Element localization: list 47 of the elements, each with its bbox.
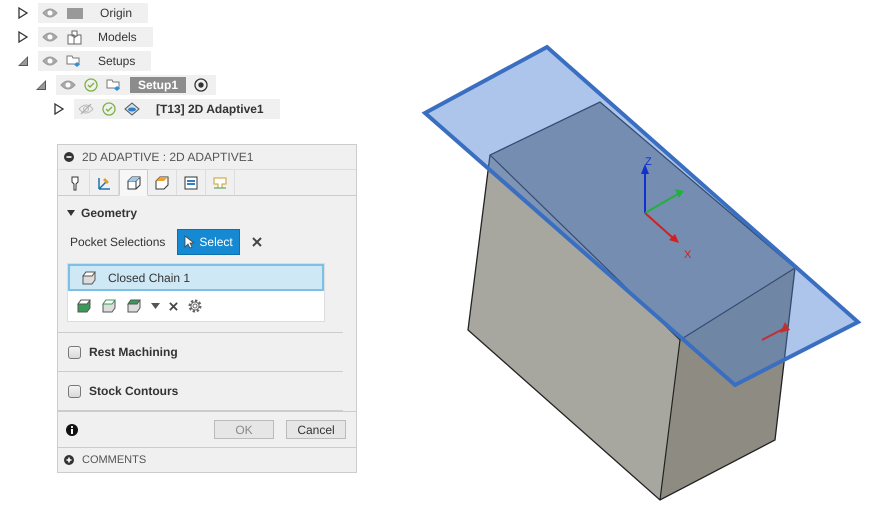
checkbox-label: Rest Machining bbox=[89, 345, 178, 359]
pocket-icon bbox=[124, 102, 140, 116]
geometry-tab[interactable] bbox=[119, 169, 148, 196]
cursor-icon bbox=[184, 235, 194, 249]
expanded-triangle-icon[interactable] bbox=[35, 79, 47, 91]
checkbox-label: Stock Contours bbox=[89, 384, 178, 398]
passes-icon bbox=[183, 174, 199, 190]
collapsed-triangle-icon[interactable] bbox=[17, 7, 29, 19]
selection-item[interactable]: Closed Chain 1 bbox=[68, 264, 324, 291]
comments-label[interactable]: COMMENTS bbox=[82, 454, 146, 466]
filled-top-icon[interactable] bbox=[126, 298, 142, 314]
field-label: Pocket Selections bbox=[70, 235, 166, 249]
eye-icon[interactable] bbox=[42, 55, 58, 67]
cubes-icon bbox=[66, 29, 82, 45]
collapsed-triangle-icon[interactable] bbox=[53, 103, 65, 115]
axis-triad-icon bbox=[641, 164, 684, 243]
radio-target-icon[interactable] bbox=[194, 78, 208, 92]
eye-icon[interactable] bbox=[60, 79, 76, 91]
axis-label: X bbox=[684, 249, 692, 261]
direction-arrow bbox=[762, 322, 790, 341]
top-face-icon[interactable] bbox=[101, 298, 117, 314]
selected-plane[interactable] bbox=[422, 44, 862, 388]
expand-icon[interactable] bbox=[64, 455, 74, 465]
select-button[interactable]: Select bbox=[177, 229, 240, 255]
collapse-icon[interactable] bbox=[64, 152, 74, 162]
expanded-triangle-icon[interactable] bbox=[17, 55, 29, 67]
heights-icon bbox=[154, 174, 170, 190]
selection-label: Closed Chain 1 bbox=[108, 270, 190, 284]
chain-icon bbox=[81, 270, 97, 286]
checkbox[interactable] bbox=[68, 384, 81, 398]
info-icon[interactable] bbox=[66, 424, 78, 436]
dialog-button[interactable]: Cancel bbox=[286, 420, 346, 439]
collapsed-triangle-icon[interactable] bbox=[17, 31, 29, 43]
axis-label: Z bbox=[645, 156, 652, 168]
settings-icon[interactable] bbox=[187, 298, 203, 314]
clear-icon[interactable] bbox=[252, 237, 262, 247]
clear-icon[interactable] bbox=[169, 302, 178, 310]
geometry-icon bbox=[126, 174, 142, 190]
linking-icon bbox=[212, 174, 228, 190]
checkbox[interactable] bbox=[68, 346, 81, 358]
section-title: Geometry bbox=[81, 206, 138, 220]
eye-icon[interactable] bbox=[42, 7, 58, 19]
face-icon[interactable] bbox=[76, 298, 92, 314]
dropdown-caret-icon[interactable] bbox=[151, 303, 160, 309]
dialog-title: 2D ADAPTIVE : 2D ADAPTIVE1 bbox=[82, 150, 254, 164]
expanded-caret-icon[interactable] bbox=[67, 209, 75, 217]
eye-icon[interactable] bbox=[42, 31, 58, 43]
